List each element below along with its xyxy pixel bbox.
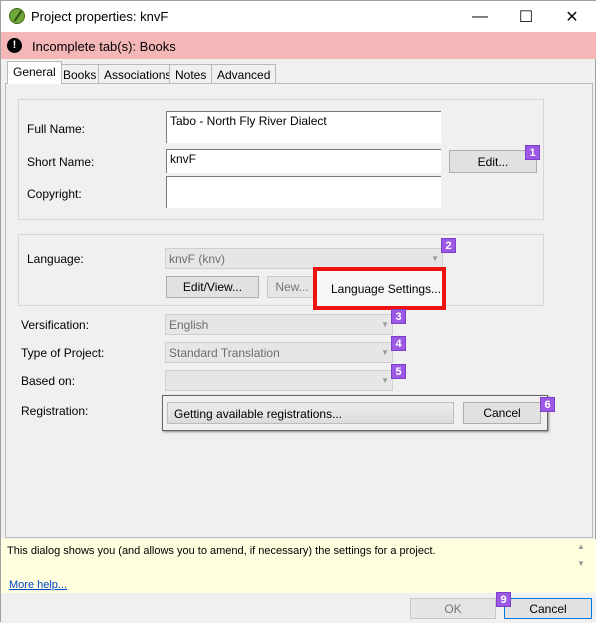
based-on-select[interactable]: ▼ [165, 370, 393, 391]
marker-badge-3: 3 [391, 309, 406, 324]
project-properties-dialog: Project properties: knvF — ☐ ✕ ! Incompl… [0, 0, 596, 623]
maximize-button[interactable]: ☐ [503, 1, 549, 32]
edit-view-language-button[interactable]: Edit/View... [166, 276, 259, 298]
tab-general[interactable]: General [7, 61, 62, 84]
title-bar: Project properties: knvF — ☐ ✕ [1, 1, 596, 32]
project-type-select[interactable]: Standard Translation ▼ [165, 342, 393, 363]
chevron-down-icon: ▼ [381, 320, 389, 329]
chevron-down-icon: ▼ [381, 348, 389, 357]
tab-advanced[interactable]: Advanced [211, 64, 277, 83]
language-settings-highlight: Language Settings... [313, 267, 446, 310]
full-name-label: Full Name: [27, 122, 86, 136]
chevron-down-icon: ▼ [381, 376, 389, 385]
close-button[interactable]: ✕ [549, 1, 595, 32]
versification-select[interactable]: English ▼ [165, 314, 393, 335]
more-help-link[interactable]: More help... [9, 579, 67, 591]
language-settings-button[interactable]: Language Settings... [331, 282, 441, 296]
versification-label: Versification: [21, 318, 90, 332]
warning-text: Incomplete tab(s): Books [32, 39, 176, 54]
help-scrollbar[interactable]: ▲ ▼ [574, 542, 588, 574]
language-select[interactable]: knvF (knv) ▼ [165, 248, 443, 269]
full-name-field[interactable]: Tabo - North Fly River Dialect [166, 111, 441, 143]
new-language-button[interactable]: New... [267, 276, 317, 298]
registration-progress: Getting available registrations... [167, 402, 454, 424]
copyright-field[interactable] [166, 176, 441, 208]
scroll-up-icon[interactable]: ▲ [574, 542, 588, 551]
chevron-down-icon: ▼ [431, 254, 439, 263]
marker-badge-2: 2 [441, 238, 456, 253]
tab-books[interactable]: Books [57, 64, 103, 83]
marker-badge-6: 6 [540, 397, 555, 412]
paratext-app-icon [9, 8, 25, 24]
window-title: Project properties: knvF [31, 9, 169, 24]
short-name-label: Short Name: [27, 155, 95, 169]
project-type-label: Type of Project: [21, 346, 105, 360]
scroll-down-icon[interactable]: ▼ [574, 559, 588, 568]
based-on-label: Based on: [21, 374, 76, 388]
help-text: This dialog shows you (and allows you to… [7, 545, 436, 557]
language-label: Language: [27, 252, 84, 266]
help-panel: This dialog shows you (and allows you to… [1, 539, 596, 593]
marker-badge-9: 9 [496, 592, 511, 607]
marker-badge-4: 4 [391, 336, 406, 351]
project-type-select-value: Standard Translation [169, 346, 280, 360]
exclamation-icon: ! [7, 38, 22, 53]
tab-notes[interactable]: Notes [169, 64, 213, 83]
copyright-label: Copyright: [27, 187, 82, 201]
registration-label: Registration: [21, 404, 89, 418]
minimize-button[interactable]: — [457, 1, 503, 32]
tab-associations[interactable]: Associations [98, 64, 178, 83]
ok-button[interactable]: OK [410, 598, 496, 619]
marker-badge-5: 5 [391, 364, 406, 379]
short-name-field[interactable]: knvF [166, 149, 441, 173]
edit-short-name-button[interactable]: Edit... [449, 150, 537, 173]
cancel-button[interactable]: Cancel [504, 598, 592, 619]
incomplete-warning-bar: ! Incomplete tab(s): Books [1, 32, 596, 59]
registration-cancel-button[interactable]: Cancel [463, 402, 541, 424]
marker-badge-1: 1 [525, 145, 540, 160]
language-select-value: knvF (knv) [169, 252, 226, 266]
versification-select-value: English [169, 318, 209, 332]
